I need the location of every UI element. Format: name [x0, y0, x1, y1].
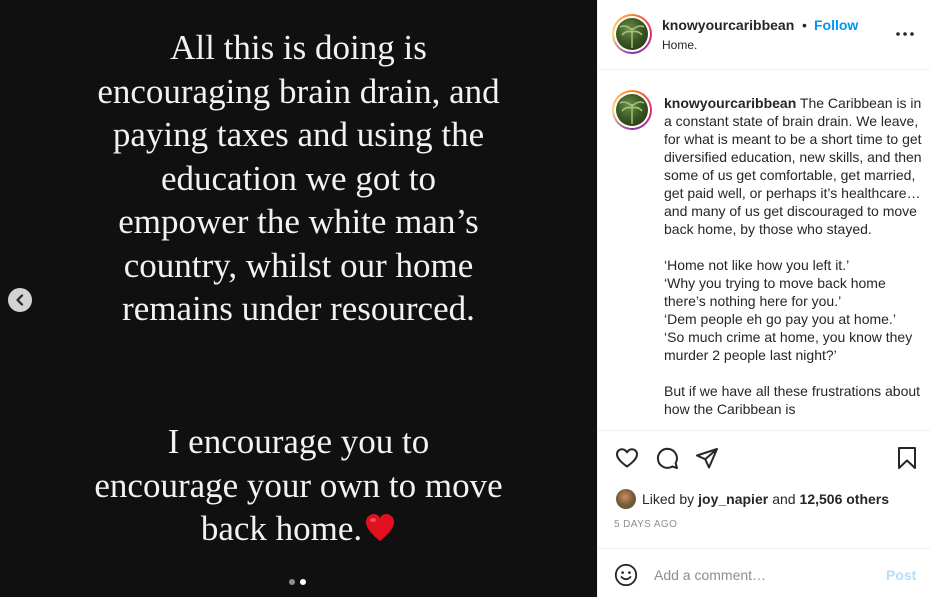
send-icon [696, 448, 718, 469]
like-button[interactable] [613, 444, 641, 472]
smiley-icon [614, 563, 638, 587]
comment-input[interactable] [654, 563, 874, 587]
post-timestamp[interactable]: 5 DAYS AGO [614, 519, 677, 530]
post-caption: knowyourcaribbean The Caribbean is in a … [664, 94, 922, 430]
caption-paragraph: ‘So much crime at home, you know they mu… [664, 329, 913, 363]
media-line: empower the white man’s [118, 202, 479, 241]
media-line: remains under resourced. [122, 289, 475, 328]
share-button[interactable] [693, 444, 721, 472]
carousel-indicator [289, 579, 306, 585]
liker-username[interactable]: joy_napier [698, 491, 768, 507]
media-line: I encourage you to [167, 422, 430, 461]
save-button[interactable] [893, 444, 921, 472]
post-actions [598, 444, 930, 474]
media-line: encouraging brain drain, and [97, 71, 500, 111]
post-header: knowyourcaribbean • Follow Home. [598, 0, 930, 70]
avatar-image [616, 18, 648, 50]
avatar-image [616, 94, 648, 126]
media-text-bottom: I encourage you to encourage your own to… [10, 420, 587, 551]
likes-joiner: and [772, 491, 796, 507]
caption-author-avatar[interactable] [612, 90, 652, 130]
palm-leaf-icon [619, 101, 645, 124]
caption-paragraph: But if we have all these frustrations ab… [664, 383, 921, 417]
caption-paragraph: ‘Home not like how you left it.’ [664, 257, 850, 273]
caption-paragraph: knowyourcaribbean The Caribbean is in a … [664, 94, 922, 238]
author-username[interactable]: knowyourcaribbean [662, 17, 794, 33]
palm-leaf-icon [619, 25, 645, 48]
comment-bar: Post [598, 548, 930, 597]
header-separator: • [802, 17, 807, 33]
media-text-top: All this is doing is encouraging brain d… [10, 26, 587, 331]
media-line-last: back home. [10, 507, 587, 551]
media-line: All this is doing is [170, 28, 427, 67]
media-line: education we got to [160, 158, 437, 198]
likes-prefix: Liked by [642, 491, 695, 507]
post-media: All this is doing is encouraging brain d… [0, 0, 597, 597]
comment-button[interactable] [653, 444, 681, 472]
emoji-button[interactable] [614, 563, 638, 587]
heart-outline-icon [616, 448, 638, 468]
follow-button[interactable]: Follow [814, 17, 858, 33]
media-line: encourage your own to move [94, 465, 503, 505]
liker-avatar[interactable] [616, 489, 636, 509]
bookmark-icon [898, 447, 916, 469]
caption-text: The Caribbean is in a constant state of … [664, 95, 922, 237]
more-horizontal-icon [896, 32, 914, 36]
carousel-dot [289, 579, 295, 585]
caption-username[interactable]: knowyourcaribbean [664, 95, 796, 111]
likes-summary: Liked by joy_napier and 12,506 others [616, 488, 889, 510]
heart-emoji-icon [366, 514, 395, 541]
carousel-dot-active [300, 579, 306, 585]
likes-count[interactable]: 12,506 others [800, 491, 890, 507]
media-line-text: back home. [200, 509, 363, 548]
post-comment-button[interactable]: Post [886, 567, 916, 583]
post-side-panel: knowyourcaribbean • Follow Home. knowyou… [597, 0, 930, 597]
more-options-button[interactable] [894, 24, 916, 44]
author-avatar[interactable] [612, 14, 652, 54]
caption-paragraph: ‘Dem people eh go pay you at home.’ [664, 311, 896, 327]
caption-area: knowyourcaribbean The Caribbean is in a … [598, 70, 930, 431]
media-line: country, whilst our home [123, 245, 474, 285]
location-label[interactable]: Home. [662, 38, 697, 52]
chevron-left-icon [16, 294, 24, 306]
caption-paragraph: ‘Why you trying to move back home there’… [664, 275, 886, 309]
comment-icon [656, 447, 678, 469]
carousel-prev-button[interactable] [8, 288, 32, 312]
media-line: paying taxes and using the [112, 115, 485, 154]
